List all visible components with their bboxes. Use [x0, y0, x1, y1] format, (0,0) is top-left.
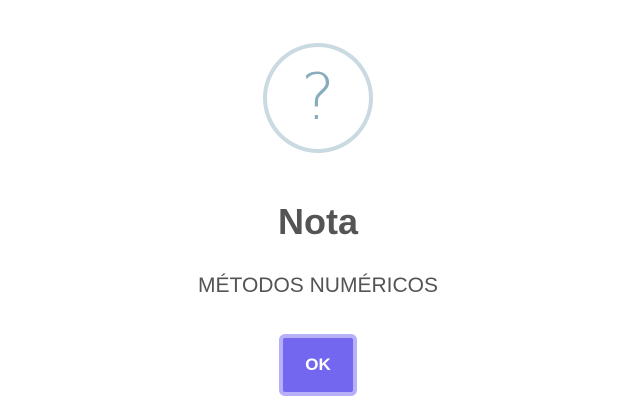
question-mark-icon: ?	[263, 43, 373, 153]
question-mark-glyph: ?	[301, 61, 335, 135]
dialog-message: MÉTODOS NUMÉRICOS	[198, 274, 438, 297]
alert-dialog: ? Nota MÉTODOS NUMÉRICOS OK	[0, 0, 636, 418]
ok-button[interactable]: OK	[279, 334, 357, 396]
dialog-title: Nota	[278, 201, 358, 242]
